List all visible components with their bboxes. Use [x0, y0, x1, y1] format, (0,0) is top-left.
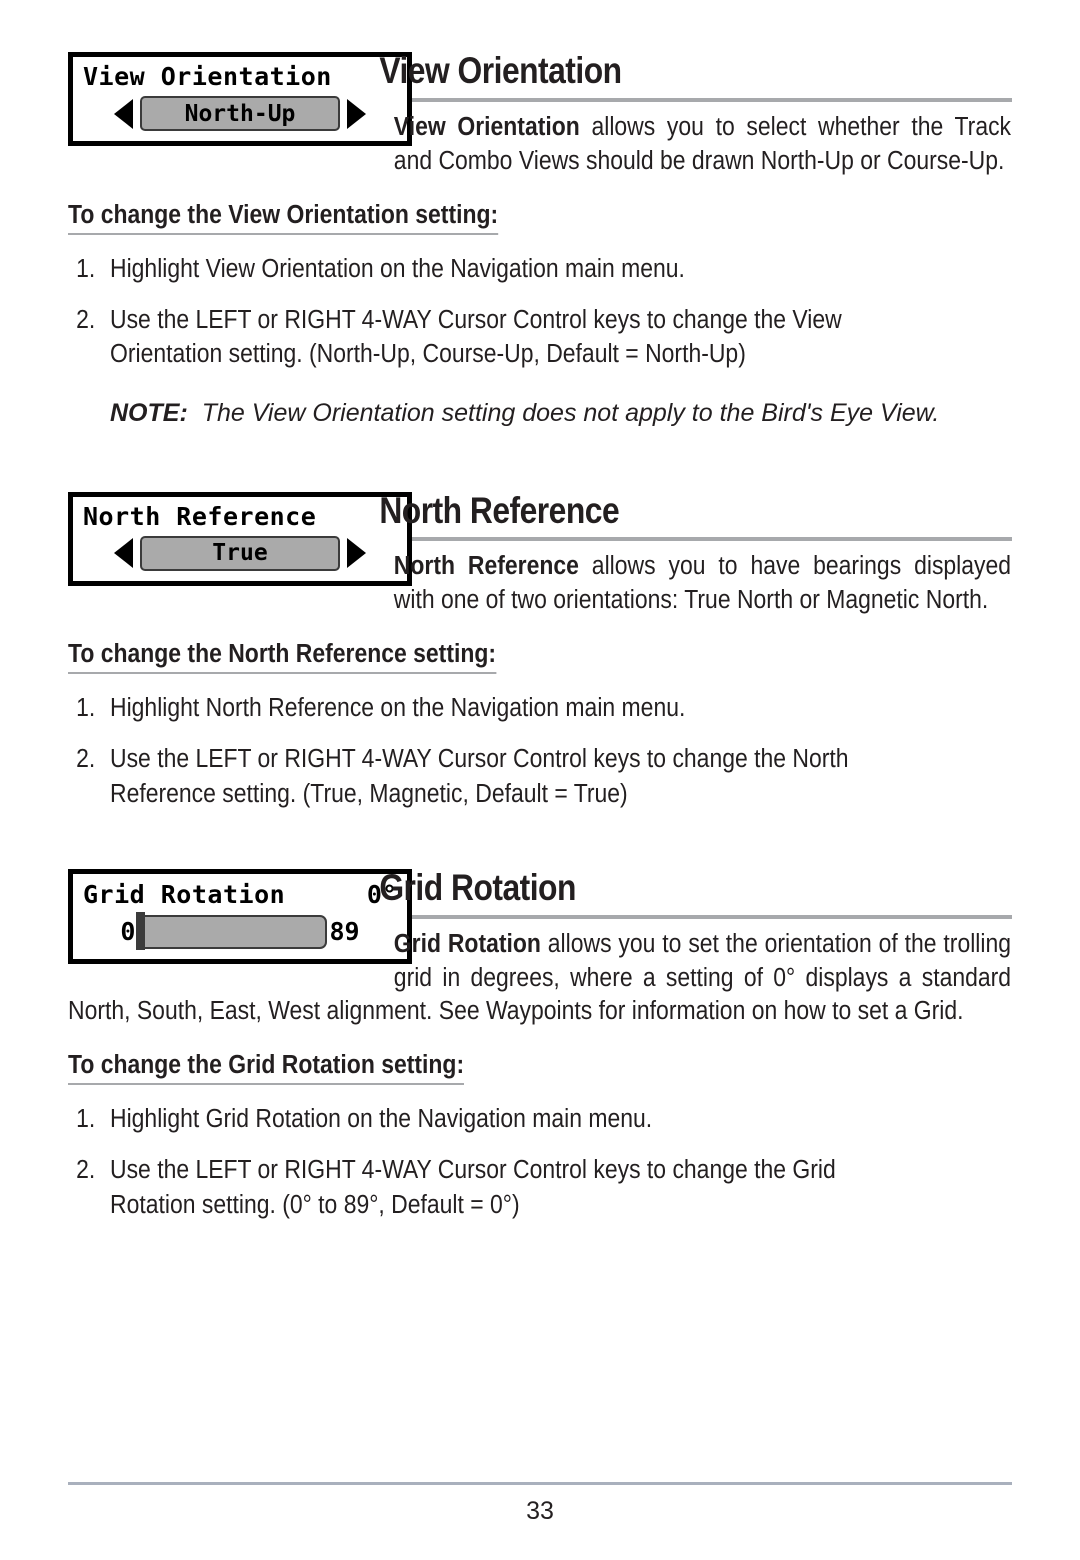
subheading-change-setting: To change the View Orientation setting:	[68, 201, 499, 235]
page-title: Grid Rotation	[379, 866, 576, 908]
section-grid-rotation: Grid Rotation 0° 0 89 Grid Rotation Grid…	[68, 866, 1012, 1222]
list-item: 1. Highlight North Reference on the Navi…	[68, 691, 1012, 725]
section-view-orientation: View Orientation North-Up View Orientati…	[68, 50, 1012, 430]
intro-term: Grid Rotation	[393, 929, 541, 958]
list-item: 1. Highlight View Orientation on the Nav…	[68, 252, 1012, 286]
subheading-change-setting: To change the Grid Rotation setting:	[68, 1051, 465, 1086]
intro-paragraph: Grid Rotation allows you to set the orie…	[68, 928, 1011, 1030]
step-number: 1.	[76, 694, 96, 723]
step-text: Highlight North Reference on the Navigat…	[110, 694, 686, 723]
steps-list: 1. Highlight Grid Rotation on the Naviga…	[68, 1102, 1012, 1221]
steps-list: 1. Highlight View Orientation on the Nav…	[68, 252, 1012, 371]
step-number: 1.	[76, 1105, 96, 1134]
step-number: 2.	[76, 305, 96, 334]
subheading-change-setting: To change the North Reference setting:	[68, 640, 497, 675]
step-number: 1.	[76, 254, 96, 283]
steps-list: 1. Highlight North Reference on the Navi…	[68, 691, 1012, 810]
list-item: 1. Highlight Grid Rotation on the Naviga…	[68, 1102, 1012, 1136]
intro-term: North Reference	[393, 552, 579, 581]
list-item: 2. Use the LEFT or RIGHT 4-WAY Cursor Co…	[68, 742, 1012, 810]
page-title: North Reference	[379, 489, 620, 531]
step-text: Use the LEFT or RIGHT 4-WAY Cursor Contr…	[110, 305, 842, 368]
page-content: View Orientation North-Up View Orientati…	[68, 50, 1012, 1222]
step-text: Use the LEFT or RIGHT 4-WAY Cursor Contr…	[110, 1156, 836, 1219]
intro-paragraph: View Orientation allows you to select wh…	[68, 111, 1011, 179]
step-text: Highlight View Orientation on the Naviga…	[110, 254, 685, 283]
manual-page: View Orientation North-Up View Orientati…	[0, 0, 1080, 1560]
step-number: 2.	[76, 745, 96, 774]
list-item: 2. Use the LEFT or RIGHT 4-WAY Cursor Co…	[68, 303, 1012, 371]
intro-rest: allows you to set the orientation of the…	[68, 929, 1012, 1026]
intro-term: View Orientation	[393, 112, 580, 141]
intro-paragraph: North Reference allows you to have beari…	[68, 550, 1011, 618]
note-text: The View Orientation setting does not ap…	[201, 399, 940, 428]
note-block: NOTE: The View Orientation setting does …	[110, 399, 939, 427]
page-title: View Orientation	[379, 50, 622, 91]
page-number: 33	[526, 1497, 554, 1525]
step-text: Use the LEFT or RIGHT 4-WAY Cursor Contr…	[110, 745, 849, 808]
section-north-reference: North Reference True North Reference Nor…	[68, 489, 1012, 811]
step-number: 2.	[76, 1156, 96, 1185]
footer-rule	[68, 1482, 1012, 1485]
note-label: NOTE:	[110, 399, 188, 428]
step-text: Highlight Grid Rotation on the Navigatio…	[110, 1105, 653, 1134]
list-item: 2. Use the LEFT or RIGHT 4-WAY Cursor Co…	[68, 1153, 1012, 1221]
